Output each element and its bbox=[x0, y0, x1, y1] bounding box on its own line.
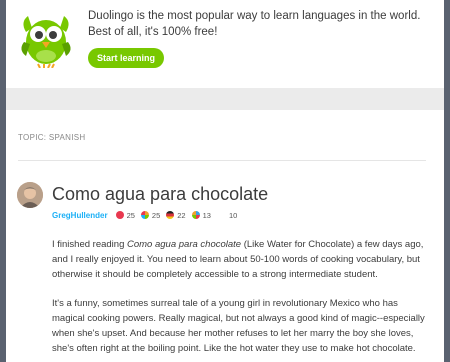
promo-banner: Duolingo is the most popular way to lear… bbox=[6, 0, 444, 88]
avatar[interactable] bbox=[17, 182, 43, 208]
flag-multicolor-icon bbox=[140, 211, 149, 219]
author-link[interactable]: GregHullender bbox=[52, 211, 108, 220]
duolingo-owl-icon bbox=[21, 16, 71, 68]
flag-count: 13 bbox=[202, 210, 211, 220]
divider bbox=[18, 160, 426, 161]
promo-text: Duolingo is the most popular way to lear… bbox=[88, 10, 421, 38]
post-title: Como agua para chocolate bbox=[52, 184, 269, 204]
flag-count: 22 bbox=[177, 210, 186, 220]
topic-label[interactable]: TOPIC: SPANISH bbox=[18, 133, 85, 142]
window-frame-right bbox=[444, 0, 450, 362]
book-title: Como agua para chocolate bbox=[127, 239, 242, 250]
flag-count: 25 bbox=[151, 210, 161, 220]
flag-spain-icon bbox=[115, 211, 124, 219]
start-learning-button[interactable]: Start learning bbox=[88, 48, 164, 68]
section-separator bbox=[6, 88, 444, 110]
paragraph-text: I finished reading bbox=[52, 239, 127, 250]
post-meta: GregHullender 25 25 22 13 10 bbox=[52, 209, 237, 221]
post-paragraph: It's a funny, sometimes surreal tale of … bbox=[52, 298, 425, 354]
flag-germany-icon bbox=[166, 211, 175, 219]
flag-count: 25 bbox=[126, 210, 135, 220]
user-avatar-icon bbox=[17, 182, 43, 208]
reply-count: 10 bbox=[228, 210, 238, 220]
flag-multicolor-icon bbox=[191, 211, 200, 219]
post-paragraph: I finished reading Como agua para chocol… bbox=[52, 237, 432, 282]
